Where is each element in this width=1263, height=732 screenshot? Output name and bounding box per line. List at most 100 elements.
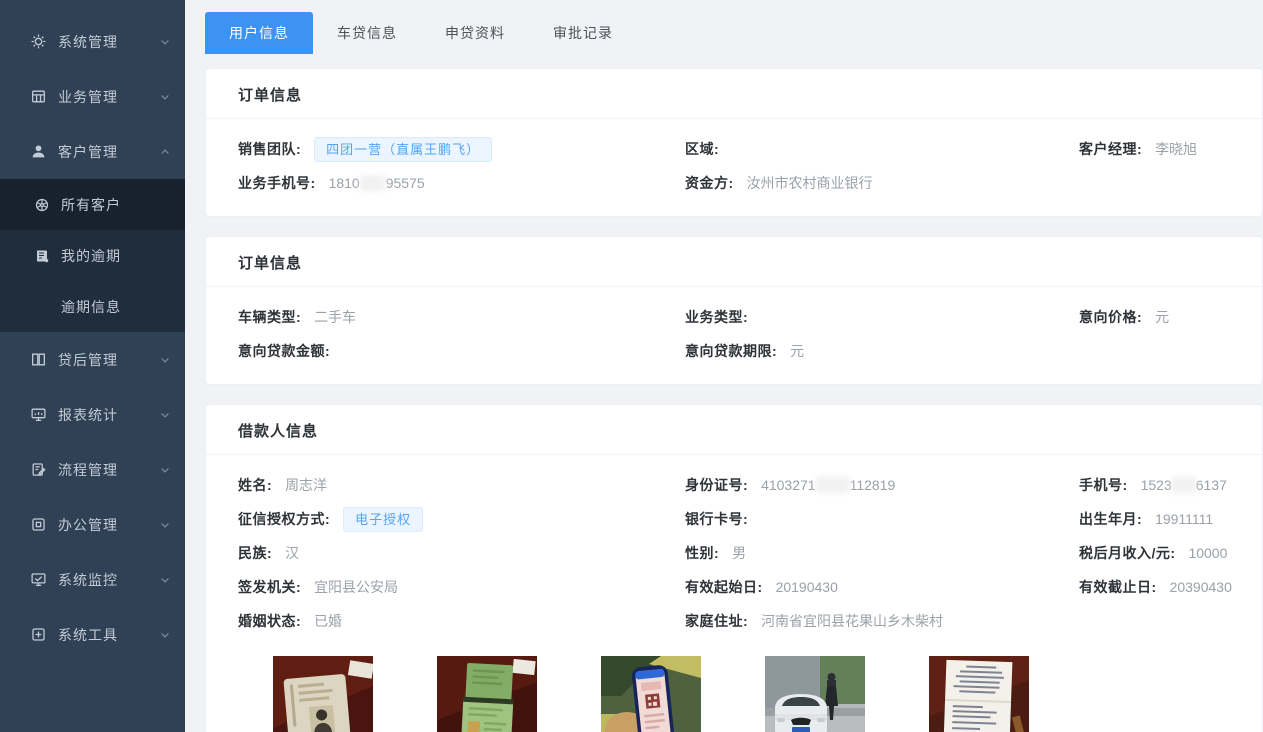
field-valid-to: 有效截止日: 20390430 (1079, 577, 1262, 597)
order-info-card-2: 订单信息 车辆类型: 二手车 业务类型: 意向价格: 元 (205, 236, 1263, 385)
tab-loan-application-docs[interactable]: 申贷资料 (421, 12, 529, 54)
field-label: 区域: (685, 141, 719, 157)
chevron-down-icon (159, 409, 171, 421)
field-value: 汝州市农村商业银行 (747, 175, 873, 191)
field-label: 意向贷款金额: (238, 343, 330, 359)
person-car-photo[interactable]: 人车合影 (765, 656, 865, 732)
detail-tabs: 用户信息 车贷信息 申贷资料 审批记录 (205, 12, 1263, 54)
field-value: 元 (790, 343, 804, 359)
field-home-address: 家庭住址: 河南省宜阳县花果山乡木柴村 (685, 611, 1079, 631)
monitor-check-icon (30, 571, 47, 588)
chevron-down-icon (159, 36, 171, 48)
blur-mask (360, 175, 386, 191)
field-value: 宜阳县公安局 (314, 579, 398, 595)
sidebar-item-system-monitor[interactable]: 系统监控 (0, 552, 185, 607)
field-value-suffix: 6137 (1196, 477, 1227, 493)
field-intent-loan-term: 意向贷款期限: 元 (685, 341, 1079, 361)
field-label: 手机号: (1079, 477, 1128, 493)
field-label: 婚姻状态: (238, 613, 301, 629)
field-monthly-income: 税后月收入/元: 10000 (1079, 543, 1262, 563)
field-label: 家庭住址: (685, 613, 748, 629)
sidebar-item-system-management[interactable]: 系统管理 (0, 14, 185, 69)
field-intent-price: 意向价格: 元 (1079, 307, 1262, 327)
field-credit-auth-method: 征信授权方式: 电子授权 (238, 507, 685, 532)
chevron-down-icon (159, 91, 171, 103)
document-photo[interactable]: 其他材料 (929, 656, 1029, 732)
monitor-icon (30, 406, 47, 423)
field-value: 周志洋 (285, 477, 327, 493)
field-gender: 性别: 男 (685, 543, 1079, 563)
field-label: 身份证号: (685, 477, 748, 493)
sidebar-item-report-statistics[interactable]: 报表统计 (0, 387, 185, 442)
sidebar-item-postloan-management[interactable]: 贷后管理 (0, 332, 185, 387)
box-plus-icon (30, 626, 47, 643)
field-value-prefix: 1523 (1141, 477, 1172, 493)
sidebar-item-process-management[interactable]: 流程管理 (0, 442, 185, 497)
borrower-info-card: 借款人信息 姓名: 周志洋 身份证号: 4103271112819 手机号: 1… (205, 404, 1263, 732)
field-label: 业务类型: (685, 309, 748, 325)
order-info-card-1: 订单信息 销售团队: 四团一营（直属王鹏飞） 区域: 客户经理: 李晓旭 (205, 68, 1263, 217)
sales-team-tag[interactable]: 四团一营（直属王鹏飞） (314, 137, 492, 162)
credit-auth-tag[interactable]: 电子授权 (343, 507, 423, 532)
field-value: 二手车 (314, 309, 356, 325)
chevron-down-icon (159, 464, 171, 476)
sidebar-item-office-management[interactable]: 办公管理 (0, 497, 185, 552)
book-icon (30, 351, 47, 368)
field-ethnicity: 民族: 汉 (238, 543, 685, 563)
field-value: 河南省宜阳县花果山乡木柴村 (761, 613, 943, 629)
wheel-icon (33, 196, 50, 213)
sidebar-item-label: 系统管理 (58, 32, 159, 52)
field-label: 出生年月: (1079, 511, 1142, 527)
field-birth-date: 出生年月: 19911111 (1079, 509, 1262, 529)
sidebar-item-my-overdue[interactable]: 我的逾期 (0, 230, 185, 281)
clipboard-pencil-icon (30, 461, 47, 478)
tab-user-info[interactable]: 用户信息 (205, 12, 313, 54)
field-label: 意向价格: (1079, 309, 1142, 325)
sidebar-item-label: 贷后管理 (58, 350, 159, 370)
field-valid-from: 有效起始日: 20190430 (685, 577, 1079, 597)
field-label: 征信授权方式: (238, 511, 330, 527)
field-label: 姓名: (238, 477, 272, 493)
field-bank-card: 银行卡号: (685, 509, 1079, 529)
field-label: 银行卡号: (685, 511, 748, 527)
field-id-number: 身份证号: 4103271112819 (685, 475, 1079, 495)
sidebar-submenu-customer: 所有客户 我的逾期 逾期信息 (0, 179, 185, 332)
field-marital-status: 婚姻状态: 已婚 (238, 611, 685, 631)
field-intent-loan-amount: 意向贷款金额: (238, 341, 685, 361)
field-label: 销售团队: (238, 141, 301, 157)
field-value: 20190430 (776, 579, 838, 595)
sidebar-item-system-tools[interactable]: 系统工具 (0, 607, 185, 662)
field-value: 元 (1155, 309, 1169, 325)
sidebar-item-overdue-info[interactable]: 逾期信息 (0, 281, 185, 332)
vehicle-license-photo[interactable]: 行驶证照片 (437, 656, 537, 732)
chevron-up-icon (159, 146, 171, 158)
tab-approval-records[interactable]: 审批记录 (529, 12, 637, 54)
tab-car-loan-info[interactable]: 车贷信息 (313, 12, 421, 54)
field-business-phone: 业务手机号: 181095575 (238, 173, 685, 193)
field-name: 姓名: 周志洋 (238, 475, 685, 495)
sidebar-item-business-management[interactable]: 业务管理 (0, 69, 185, 124)
sidebar-item-label: 业务管理 (58, 87, 159, 107)
sidebar-item-label: 报表统计 (58, 405, 159, 425)
gear-icon (30, 33, 47, 50)
main-content: 用户信息 车贷信息 申贷资料 审批记录 订单信息 销售团队: 四团一营（直属王鹏… (185, 0, 1263, 732)
sidebar-item-all-customers[interactable]: 所有客户 (0, 179, 185, 230)
borrower-photos: 身份证 (273, 656, 1262, 732)
sidebar-item-customer-management[interactable]: 客户管理 (0, 124, 185, 179)
field-label: 车辆类型: (238, 309, 301, 325)
field-label: 签发机关: (238, 579, 301, 595)
id-card-photo[interactable]: 身份证 (273, 656, 373, 732)
app-window: 系统管理 业务管理 客户管理 所有客户 我的逾期 逾期信息 (0, 0, 1263, 732)
credit-auth-qr-photo[interactable]: 征信授权 (601, 656, 701, 732)
field-label: 业务手机号: (238, 175, 316, 191)
blur-mask (816, 477, 850, 493)
card-title: 借款人信息 (206, 405, 1262, 455)
card-title: 订单信息 (206, 69, 1262, 119)
field-funder: 资金方: 汝州市农村商业银行 (685, 173, 1079, 193)
field-label: 客户经理: (1079, 141, 1142, 157)
field-label: 有效起始日: (685, 579, 763, 595)
sidebar-item-label: 逾期信息 (61, 297, 171, 317)
field-label: 性别: (685, 545, 719, 561)
card-title: 订单信息 (206, 237, 1262, 287)
field-label: 资金方: (685, 175, 734, 191)
